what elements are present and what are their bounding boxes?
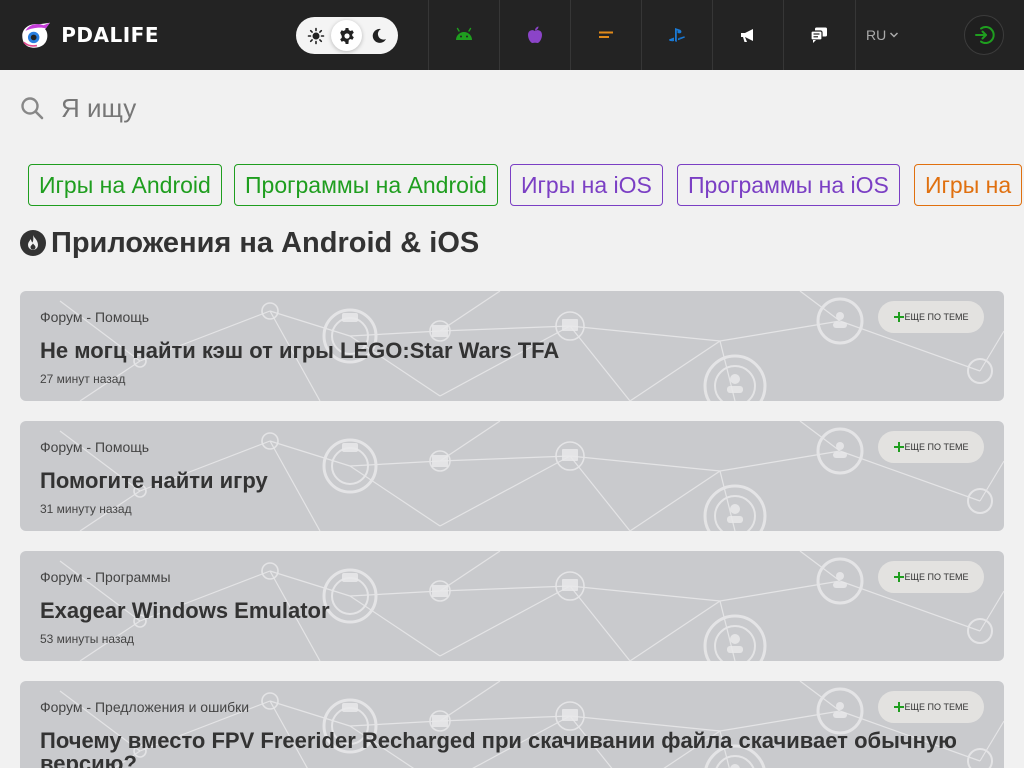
android-icon <box>456 27 472 40</box>
chip-android-games[interactable]: Игры на Android <box>28 164 222 206</box>
search-input[interactable] <box>61 92 961 124</box>
more-on-topic-button[interactable]: еще по теме <box>878 301 984 333</box>
section-header: Приложения на Android & iOS <box>20 226 479 260</box>
card-timestamp: 31 минуту назад <box>40 502 132 516</box>
chip-games-partial[interactable]: Игры на <box>914 164 1023 206</box>
theme-switch <box>296 17 398 54</box>
card-category[interactable]: Форум - Программы <box>40 569 171 585</box>
search-bar <box>20 88 1004 128</box>
forum-card[interactable]: Форум - Помощь Помогите найти игру 31 ми… <box>20 421 1004 531</box>
category-chips: Игры на Android Программы на Android Игр… <box>0 150 1024 220</box>
nav-android[interactable] <box>428 0 499 70</box>
nav-announcements[interactable] <box>712 0 783 70</box>
theme-dark-button[interactable] <box>363 20 394 51</box>
language-selector[interactable]: RU <box>855 0 915 70</box>
nav-playstation[interactable] <box>641 0 712 70</box>
card-timestamp: 53 минуты назад <box>40 632 135 646</box>
forum-icon <box>810 27 827 43</box>
news-icon <box>599 31 613 38</box>
more-on-topic-button[interactable]: еще по теме <box>878 561 984 593</box>
chip-ios-games[interactable]: Игры на iOS <box>510 164 663 206</box>
chip-android-apps[interactable]: Программы на Android <box>234 164 498 206</box>
section-title: Приложения на Android & iOS <box>51 226 480 259</box>
plus-icon <box>893 442 904 452</box>
more-on-topic-label: еще по теме <box>904 702 969 712</box>
login-button[interactable] <box>964 15 1004 55</box>
language-label: RU <box>866 27 887 43</box>
forum-card[interactable]: Форум - Программы Exagear Windows Emulat… <box>20 551 1004 661</box>
chip-ios-apps[interactable]: Программы на iOS <box>677 164 900 206</box>
fire-icon <box>20 230 46 256</box>
card-title[interactable]: Не могц найти кэш от игры LEGO:Star Wars… <box>40 338 559 364</box>
megaphone-icon <box>741 29 753 42</box>
moon-icon <box>372 28 386 43</box>
more-on-topic-label: еще по теме <box>904 572 969 582</box>
plus-icon <box>893 702 904 712</box>
playstation-icon <box>668 28 685 42</box>
logo-mascot-icon <box>22 22 50 48</box>
card-category[interactable]: Форум - Предложения и ошибки <box>40 699 249 715</box>
logo-text: PDALIFE <box>61 23 159 47</box>
more-on-topic-button[interactable]: еще по теме <box>878 431 984 463</box>
more-on-topic-label: еще по теме <box>904 312 969 322</box>
theme-light-button[interactable] <box>300 20 331 51</box>
more-on-topic-button[interactable]: еще по теме <box>878 691 984 723</box>
site-header: PDALIFE RU <box>0 0 1024 70</box>
card-timestamp: 27 минут назад <box>40 372 126 386</box>
nav-news[interactable] <box>570 0 641 70</box>
login-icon <box>975 26 995 44</box>
chevron-down-icon <box>890 32 899 38</box>
card-title[interactable]: Помогите найти игру <box>40 468 268 494</box>
forum-card[interactable]: Форум - Предложения и ошибки Почему вмес… <box>20 681 1004 768</box>
card-title[interactable]: Почему вместо FPV Freerider Recharged пр… <box>40 729 960 768</box>
nav-ios[interactable] <box>499 0 570 70</box>
card-category[interactable]: Форум - Помощь <box>40 309 149 325</box>
theme-auto-button[interactable] <box>331 20 362 51</box>
nav-forum[interactable] <box>783 0 854 70</box>
logo[interactable]: PDALIFE <box>19 18 159 52</box>
forum-card[interactable]: Форум - Помощь Не могц найти кэш от игры… <box>20 291 1004 401</box>
card-title[interactable]: Exagear Windows Emulator <box>40 598 330 624</box>
card-category[interactable]: Форум - Помощь <box>40 439 149 455</box>
plus-icon <box>893 312 904 322</box>
search-icon[interactable] <box>20 96 44 120</box>
more-on-topic-label: еще по теме <box>904 442 969 452</box>
plus-icon <box>893 572 904 582</box>
apple-icon <box>528 26 542 44</box>
sun-icon <box>307 27 324 44</box>
gear-icon <box>339 27 354 44</box>
